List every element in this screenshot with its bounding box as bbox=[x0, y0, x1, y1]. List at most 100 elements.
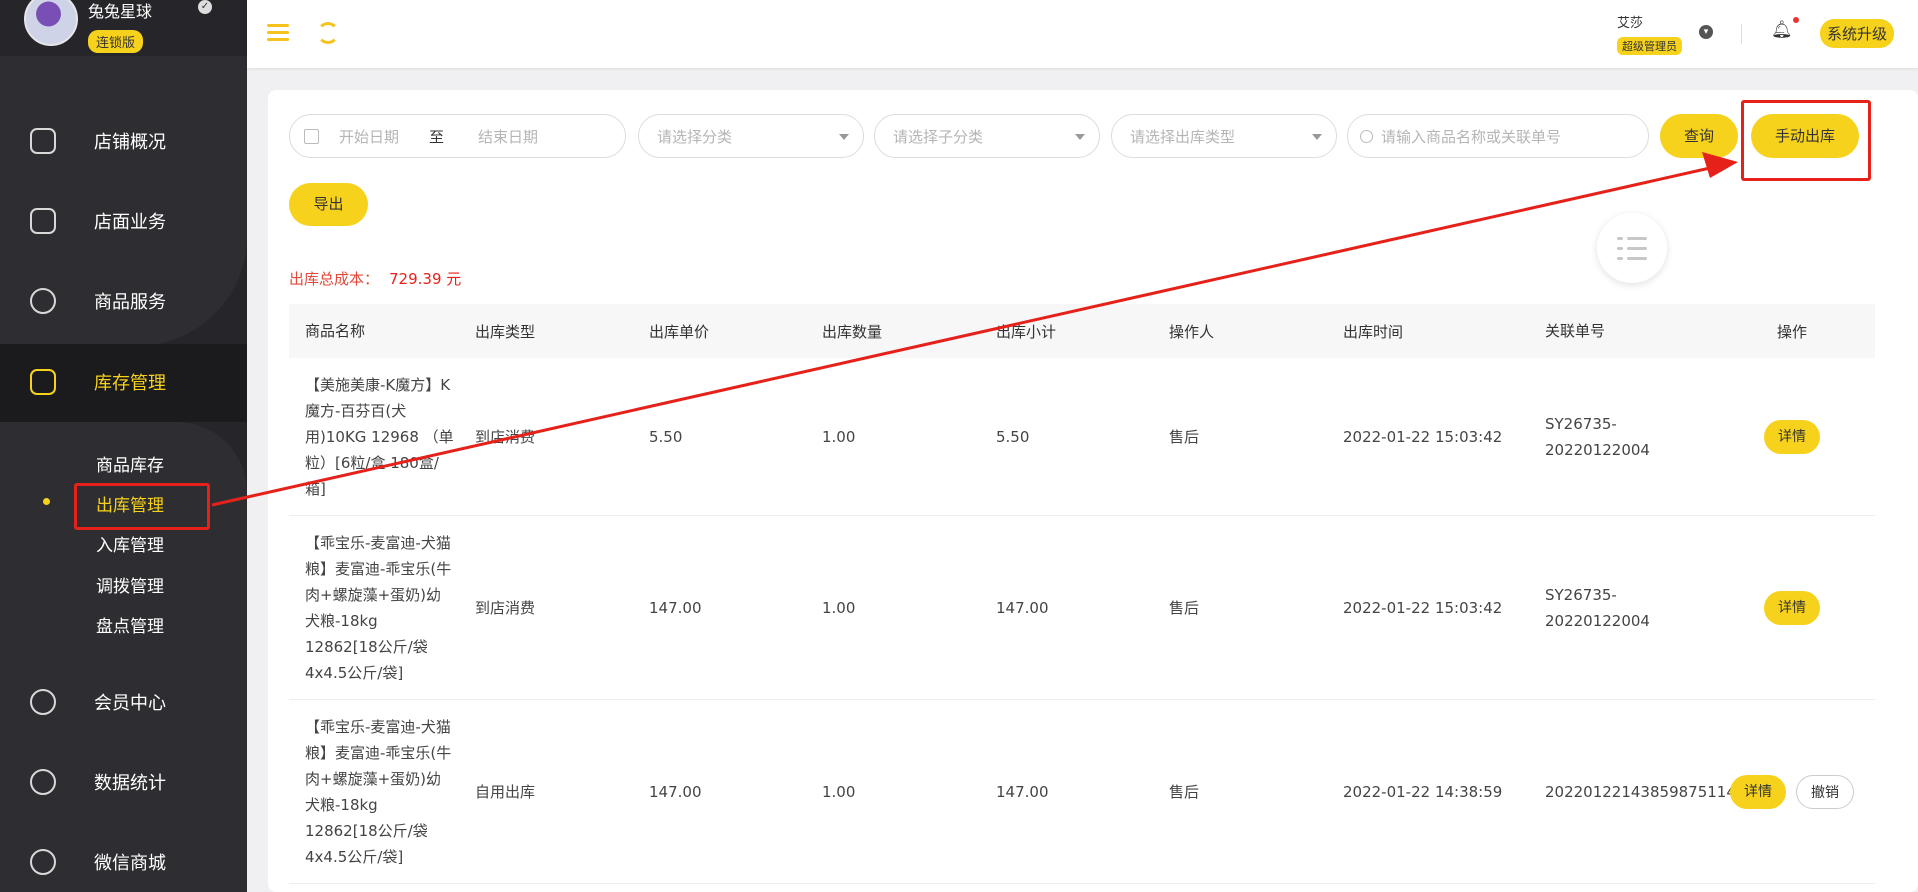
sidebar-item-label: 微信商城 bbox=[94, 853, 166, 874]
time-cell: 2022-01-22 15:03:42 bbox=[1343, 427, 1503, 446]
system-upgrade-button[interactable]: 系统升级 bbox=[1820, 19, 1895, 48]
actions-cell: 详情 bbox=[1709, 590, 1875, 625]
search-placeholder: 请输入商品名称或关联单号 bbox=[1381, 127, 1562, 146]
product-name-cell: 【乖宝乐-麦富迪-犬猫粮】麦富迪-乖宝乐(牛肉+螺旋藻+蛋奶)幼犬粮-18kg … bbox=[305, 533, 452, 682]
sidebar-item-statistics[interactable]: 数据统计 bbox=[30, 762, 230, 802]
column-header: 操作 bbox=[1776, 322, 1807, 341]
export-button[interactable]: 导出 bbox=[289, 183, 368, 226]
actions-cell: 详情 撤销 bbox=[1709, 774, 1875, 809]
sidebar-item-label: 会员中心 bbox=[94, 693, 166, 714]
product-name-cell: 【美施美康-K魔方】K魔方-百芬百(犬用)10KG 12968 （单粒）[6粒/… bbox=[305, 375, 454, 498]
list-view-icon[interactable] bbox=[1597, 213, 1667, 283]
caret-down-icon bbox=[1075, 134, 1085, 140]
sidebar-item-wechat-mall[interactable]: 微信商城 bbox=[30, 842, 230, 882]
time-cell: 2022-01-22 15:03:42 bbox=[1343, 598, 1503, 617]
details-button[interactable]: 详情 bbox=[1730, 774, 1786, 809]
user-name[interactable]: 艾莎 bbox=[1617, 12, 1643, 31]
end-date-input[interactable]: 结束日期 bbox=[478, 126, 538, 147]
category-select[interactable]: 请选择分类 bbox=[638, 114, 864, 158]
chart-icon bbox=[30, 769, 56, 795]
details-button[interactable]: 详情 bbox=[1764, 590, 1820, 625]
edition-badge: 连锁版 bbox=[88, 30, 144, 53]
monitor-icon bbox=[30, 128, 56, 154]
search-input[interactable]: 请输入商品名称或关联单号 bbox=[1347, 114, 1649, 158]
store-avatar[interactable] bbox=[24, 0, 78, 46]
sidebar-item-member-center[interactable]: 会员中心 bbox=[30, 682, 230, 722]
calendar-icon bbox=[304, 128, 319, 144]
user-role-badge: 超级管理员 bbox=[1617, 37, 1682, 55]
subtotal-cell: 147.00 bbox=[996, 598, 1049, 617]
table-row: 【乖宝乐-麦富迪-犬猫粮】麦富迪-乖宝乐(牛肉+螺旋藻+蛋奶)幼犬粮-18kg … bbox=[289, 700, 1875, 884]
order-no-cell: SY26735-20220122004 bbox=[1545, 414, 1650, 459]
category-placeholder: 请选择分类 bbox=[657, 127, 733, 146]
wechat-icon bbox=[30, 849, 56, 875]
refresh-icon[interactable] bbox=[317, 22, 339, 44]
start-date-input[interactable]: 开始日期 bbox=[339, 126, 399, 147]
column-header: 出库小计 bbox=[996, 322, 1057, 341]
annotation-box-outbound-menu bbox=[74, 483, 210, 530]
caret-down-icon bbox=[1312, 134, 1322, 140]
column-header: 操作人 bbox=[1169, 322, 1215, 341]
submenu-item-inbound[interactable]: 入库管理 bbox=[96, 531, 164, 556]
unit-price-cell: 5.50 bbox=[649, 427, 683, 446]
sidebar-item-label: 库存管理 bbox=[94, 373, 166, 394]
divider bbox=[1741, 24, 1742, 44]
subtotal-cell: 147.00 bbox=[996, 782, 1049, 801]
member-icon bbox=[30, 689, 56, 715]
outbound-type-cell: 到店消费 bbox=[475, 599, 536, 617]
submenu-item-product-stock[interactable]: 商品库存 bbox=[96, 451, 164, 476]
subcategory-placeholder: 请选择子分类 bbox=[893, 127, 984, 146]
house-icon bbox=[30, 208, 56, 234]
order-no-cell: SY26735-20220122004 bbox=[1545, 585, 1650, 630]
brand: 兔兔星球 连锁版 ✓ bbox=[24, 0, 214, 56]
operator-cell: 售后 bbox=[1169, 428, 1200, 446]
outbound-type-select[interactable]: 请选择出库类型 bbox=[1111, 114, 1337, 158]
operator-cell: 售后 bbox=[1169, 599, 1200, 617]
sidebar-item-product-service[interactable]: 商品服务 bbox=[30, 281, 230, 321]
table-row: 【美施美康-K魔方】K魔方-百芬百(犬用)10KG 12968 （单粒）[6粒/… bbox=[289, 358, 1875, 516]
product-name-cell: 【乖宝乐-麦富迪-犬猫粮】麦富迪-乖宝乐(牛肉+螺旋藻+蛋奶)幼犬粮-18kg … bbox=[305, 717, 452, 866]
subcategory-select[interactable]: 请选择子分类 bbox=[874, 114, 1100, 158]
bell-icon[interactable]: 🔔︎ bbox=[1771, 20, 1793, 40]
time-cell: 2022-01-22 14:38:59 bbox=[1343, 782, 1503, 801]
submenu-item-transfer[interactable]: 调拨管理 bbox=[96, 572, 164, 597]
outbound-type-cell: 到店消费 bbox=[475, 428, 536, 446]
verified-icon: ✓ bbox=[198, 0, 212, 14]
active-dot bbox=[43, 498, 50, 505]
actions-cell: 详情 bbox=[1709, 419, 1875, 454]
chevron-down-icon[interactable]: ▾ bbox=[1699, 25, 1713, 39]
submenu-item-stocktake[interactable]: 盘点管理 bbox=[96, 612, 164, 637]
table-row: 【乖宝乐-麦富迪-犬猫粮】麦富迪-乖宝乐(牛肉+螺旋藻+蛋奶)幼犬粮-18kg … bbox=[289, 516, 1875, 700]
total-cost-label: 出库总成本： bbox=[289, 270, 380, 288]
quantity-cell: 1.00 bbox=[822, 598, 856, 617]
outbound-type-placeholder: 请选择出库类型 bbox=[1130, 127, 1236, 146]
revoke-button[interactable]: 撤销 bbox=[1796, 774, 1854, 809]
details-button[interactable]: 详情 bbox=[1764, 419, 1820, 454]
quantity-cell: 1.00 bbox=[822, 782, 856, 801]
menu-icon[interactable] bbox=[267, 24, 289, 42]
total-cost-value: 729.39 元 bbox=[389, 270, 462, 288]
column-header: 出库单价 bbox=[649, 322, 710, 341]
column-header: 出库时间 bbox=[1343, 322, 1404, 341]
sidebar-item-label: 店面业务 bbox=[94, 212, 166, 233]
sidebar-item-label: 数据统计 bbox=[94, 773, 166, 794]
warehouse-icon bbox=[30, 369, 56, 395]
order-no-cell: 20220122143859875114 bbox=[1545, 782, 1736, 801]
operator-cell: 售后 bbox=[1169, 783, 1200, 801]
sidebar: 兔兔星球 连锁版 ✓ 店铺概况 店面业务 商品服务 库存管理 商品库存 出库管理… bbox=[0, 0, 247, 892]
quantity-cell: 1.00 bbox=[822, 427, 856, 446]
search-icon bbox=[1360, 129, 1373, 143]
sidebar-item-store-business[interactable]: 店面业务 bbox=[30, 201, 230, 241]
query-button[interactable]: 查询 bbox=[1660, 114, 1738, 158]
column-header: 商品名称 bbox=[305, 322, 366, 340]
sidebar-item-inventory[interactable]: 库存管理 bbox=[30, 362, 230, 402]
annotation-box-manual-outbound bbox=[1741, 100, 1871, 181]
top-header: 艾莎 超级管理员 ▾ 🔔︎ 系统升级 bbox=[247, 0, 1918, 68]
sidebar-item-store-overview[interactable]: 店铺概况 bbox=[30, 121, 230, 161]
brand-name: 兔兔星球 bbox=[88, 2, 153, 21]
date-range-picker[interactable]: 开始日期 至 结束日期 bbox=[289, 114, 626, 158]
unit-price-cell: 147.00 bbox=[649, 598, 702, 617]
subtotal-cell: 5.50 bbox=[996, 427, 1030, 446]
column-header: 出库数量 bbox=[822, 322, 883, 341]
sidebar-item-label: 店铺概况 bbox=[94, 132, 166, 153]
